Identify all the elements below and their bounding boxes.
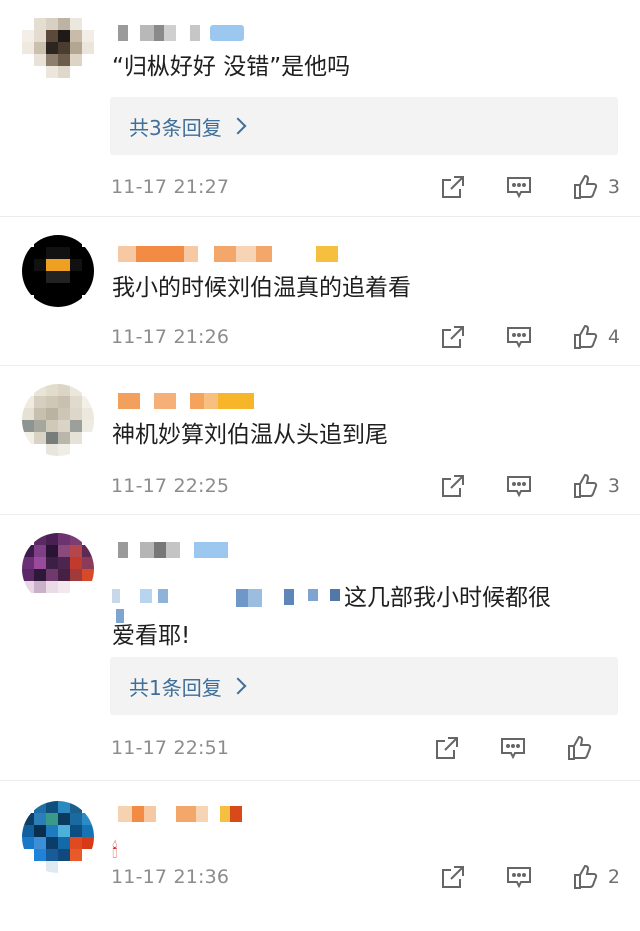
comment-icon[interactable] — [498, 733, 528, 763]
share-icon[interactable] — [438, 322, 468, 352]
comment-meta: 11-17 21:27 3 — [111, 172, 620, 202]
timestamp: 11-17 21:26 — [111, 326, 230, 348]
share-icon[interactable] — [438, 862, 468, 892]
comment-icon[interactable] — [504, 471, 534, 501]
comment-text: 神机妙算刘伯温从头追到尾 — [112, 422, 388, 448]
candle-emoji: 🕯 — [112, 838, 118, 862]
username-blurred[interactable] — [118, 803, 242, 825]
username-blurred[interactable] — [118, 243, 338, 265]
comment-item: 我小的时候刘伯温真的追着看 11-17 21:26 4 — [0, 217, 640, 366]
thumbs-up-icon[interactable] — [570, 862, 600, 892]
comment-meta: 11-17 22:51 — [111, 733, 620, 763]
replies-count-label: 共3条回复 — [129, 115, 222, 140]
comment-text: 这几部我小时候都很 爱看耶! — [112, 579, 616, 655]
thumbs-up-icon[interactable] — [564, 733, 594, 763]
comment-item: 🕯 11-17 21:36 2 — [0, 781, 640, 931]
avatar[interactable] — [22, 18, 94, 90]
comment-item: “归枞好好 没错”是他吗 共3条回复 11-17 21:27 3 — [0, 0, 640, 217]
comment-meta: 11-17 22:25 3 — [111, 471, 620, 501]
avatar[interactable] — [22, 384, 94, 456]
comment-item: 这几部我小时候都很 爱看耶! 共1条回复 11-17 22:51 — [0, 515, 640, 781]
like-count: 3 — [607, 176, 620, 198]
username-blurred[interactable] — [118, 22, 244, 44]
like-count: 4 — [607, 326, 620, 348]
view-replies-button[interactable]: 共1条回复 — [110, 657, 618, 715]
like-count: 2 — [607, 866, 620, 888]
chevron-right-icon — [229, 117, 247, 135]
share-icon[interactable] — [438, 172, 468, 202]
like-count: 3 — [607, 475, 620, 497]
comment-text-tail: 这几部我小时候都很 — [344, 585, 551, 611]
thumbs-up-icon[interactable] — [570, 322, 600, 352]
comment-text: 我小的时候刘伯温真的追着看 — [112, 275, 411, 301]
view-replies-button[interactable]: 共3条回复 — [110, 97, 618, 155]
comment-meta: 11-17 21:36 2 — [111, 862, 620, 892]
thumbs-up-icon[interactable] — [570, 471, 600, 501]
avatar[interactable] — [22, 801, 94, 873]
thumbs-up-icon[interactable] — [570, 172, 600, 202]
comment-icon[interactable] — [504, 172, 534, 202]
avatar[interactable] — [22, 235, 94, 307]
username-blurred[interactable] — [118, 539, 228, 561]
replies-count-label: 共1条回复 — [129, 675, 222, 700]
timestamp: 11-17 21:36 — [111, 866, 230, 888]
timestamp: 11-17 22:51 — [111, 737, 230, 759]
comment-text: “归枞好好 没错”是他吗 — [112, 54, 351, 80]
share-icon[interactable] — [438, 471, 468, 501]
comment-meta: 11-17 21:26 4 — [111, 322, 620, 352]
username-blurred[interactable] — [118, 390, 254, 412]
chevron-right-icon — [229, 677, 247, 695]
avatar[interactable] — [22, 533, 94, 605]
mention-blurred[interactable] — [112, 587, 344, 623]
timestamp: 11-17 21:27 — [111, 176, 230, 198]
share-icon[interactable] — [432, 733, 462, 763]
comment-list: “归枞好好 没错”是他吗 共3条回复 11-17 21:27 3 我小的时候刘伯… — [0, 0, 640, 931]
comment-icon[interactable] — [504, 322, 534, 352]
comment-item: 神机妙算刘伯温从头追到尾 11-17 22:25 3 — [0, 366, 640, 515]
timestamp: 11-17 22:25 — [111, 475, 230, 497]
comment-icon[interactable] — [504, 862, 534, 892]
comment-text-line2: 爱看耶! — [112, 623, 191, 649]
